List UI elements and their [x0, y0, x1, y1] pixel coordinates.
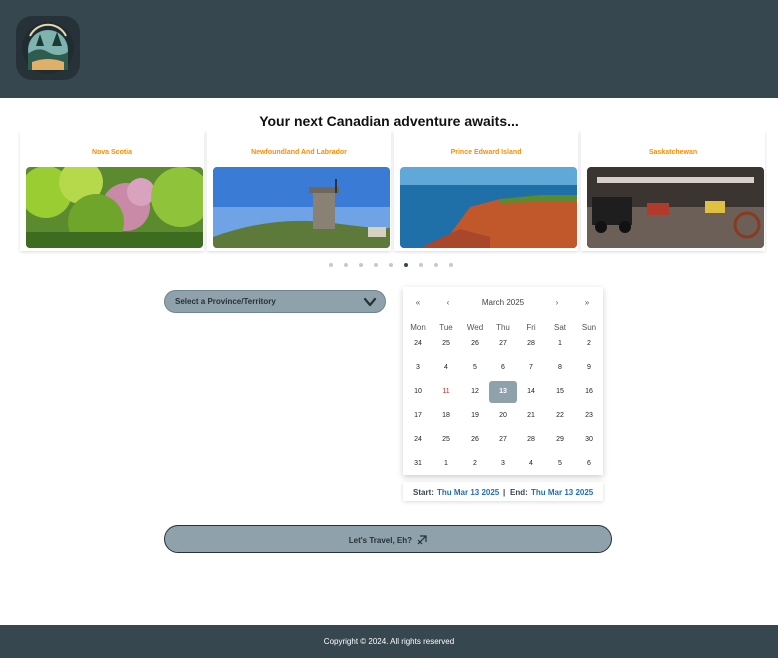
green-trees-photo	[26, 167, 203, 248]
prev-year-button[interactable]: «	[410, 298, 426, 307]
calendar-day[interactable]: 3	[489, 453, 517, 475]
calendar-day[interactable]: 5	[546, 453, 574, 475]
calendar-day[interactable]: 4	[432, 357, 460, 379]
calendar-day[interactable]: 31	[404, 453, 432, 475]
calendar-day[interactable]: 10	[404, 381, 432, 403]
calendar-day[interactable]: 21	[517, 405, 545, 427]
calendar-day[interactable]: 18	[432, 405, 460, 427]
end-label: End:	[510, 488, 528, 497]
start-label: Start:	[413, 488, 434, 497]
date-picker-calendar: « ‹ March 2025 › » Mon Tue Wed Thu Fri Sat Sun…	[403, 287, 603, 475]
carousel-pagination	[0, 263, 778, 269]
calendar-day[interactable]: 20	[489, 405, 517, 427]
calendar-day[interactable]: 2	[575, 333, 603, 355]
calendar-day[interactable]: 2	[461, 453, 489, 475]
carousel-card-newfoundland[interactable]: Newfoundland And Labrador	[207, 131, 391, 251]
date-range-summary: Start: Thu Mar 13 2025 | End: Thu Mar 13…	[403, 482, 603, 501]
calendar-day[interactable]: 6	[575, 453, 603, 475]
page-tagline: Your next Canadian adventure awaits...	[259, 113, 519, 129]
calendar-day-selected[interactable]: 13	[489, 381, 517, 403]
carousel-card-saskatchewan[interactable]: Saskatchewan	[581, 131, 765, 251]
calendar-day[interactable]: 7	[517, 357, 545, 379]
carousel-dot[interactable]	[374, 263, 378, 267]
weekday-header: Tue	[439, 323, 453, 332]
weekday-header: Fri	[526, 323, 536, 332]
calendar-day[interactable]: 28	[517, 333, 545, 355]
range-separator: |	[503, 488, 506, 497]
calendar-day[interactable]: 16	[575, 381, 603, 403]
calendar-day[interactable]: 24	[404, 333, 432, 355]
calendar-day[interactable]: 26	[461, 429, 489, 451]
carousel-card-pei[interactable]: Prince Edward Island	[394, 131, 578, 251]
carousel-dot[interactable]	[389, 263, 393, 267]
carousel-dot[interactable]	[419, 263, 423, 267]
red-cliff-coast-photo	[400, 167, 577, 248]
carousel-dot[interactable]	[449, 263, 453, 267]
card-title: Newfoundland And Labrador	[251, 149, 347, 156]
calendar-day[interactable]: 26	[461, 333, 489, 355]
carousel-card-nova-scotia[interactable]: Nova Scotia	[20, 131, 204, 251]
carousel-dot[interactable]	[329, 263, 333, 267]
calendar-day[interactable]: 5	[461, 357, 489, 379]
calendar-day[interactable]: 27	[489, 333, 517, 355]
vintage-car-museum-photo	[587, 167, 764, 248]
calendar-month-label[interactable]: March 2025	[463, 298, 543, 307]
calendar-day[interactable]: 1	[546, 333, 574, 355]
chevron-down-icon	[363, 295, 377, 309]
calendar-day[interactable]: 23	[575, 405, 603, 427]
lets-travel-button[interactable]: Let's Travel, Eh?	[164, 525, 612, 553]
calendar-day[interactable]: 17	[404, 405, 432, 427]
calendar-day[interactable]: 9	[575, 357, 603, 379]
calendar-day[interactable]: 1	[432, 453, 460, 475]
next-year-button[interactable]: »	[579, 298, 595, 307]
lets-travel-text: Let's Travel, Eh?	[348, 536, 413, 546]
weekday-header: Sun	[581, 323, 597, 332]
end-date-value: Thu Mar 13 2025	[531, 488, 594, 497]
weekday-header: Mon	[410, 323, 426, 332]
calendar-day[interactable]: 28	[517, 429, 545, 451]
start-date-value: Thu Mar 13 2025	[437, 488, 500, 497]
calendar-day[interactable]: 15	[546, 381, 574, 403]
province-select[interactable]: Select a Province/Territory	[164, 290, 386, 313]
calendar-day[interactable]: 11	[432, 381, 460, 403]
site-header	[0, 0, 778, 98]
calendar-day[interactable]: 19	[461, 405, 489, 427]
card-title: Nova Scotia	[91, 149, 133, 156]
copyright-text: Copyright © 2024. All rights reserved	[323, 637, 455, 646]
calendar-day[interactable]: 29	[546, 429, 574, 451]
calendar-day[interactable]: 25	[432, 429, 460, 451]
calendar-day[interactable]: 22	[546, 405, 574, 427]
plane-icon	[417, 535, 427, 547]
province-select-placeholder: Select a Province/Territory	[175, 297, 276, 306]
carousel-dot[interactable]	[344, 263, 348, 267]
calendar-day[interactable]: 25	[432, 333, 460, 355]
travel-teller-logo[interactable]	[16, 16, 80, 80]
calendar-day[interactable]: 6	[489, 357, 517, 379]
lets-travel-button-label: Let's Travel, Eh?	[165, 535, 611, 547]
weekday-header: Thu	[496, 323, 510, 332]
next-month-button[interactable]: ›	[549, 298, 565, 307]
calendar-day[interactable]: 14	[517, 381, 545, 403]
province-carousel[interactable]: Nova Scotia Newfoundland And Labrador Pr…	[17, 131, 767, 255]
weekday-header: Wed	[466, 323, 484, 332]
card-title: Prince Edward Island	[450, 149, 522, 156]
calendar-day[interactable]: 24	[404, 429, 432, 451]
calendar-day[interactable]: 30	[575, 429, 603, 451]
weekday-header: Sat	[553, 323, 566, 332]
stone-tower-photo	[213, 167, 390, 248]
prev-month-button[interactable]: ‹	[440, 298, 456, 307]
card-title: Saskatchewan	[648, 149, 698, 156]
calendar-day[interactable]: 12	[461, 381, 489, 403]
carousel-dot[interactable]	[359, 263, 363, 267]
calendar-day[interactable]: 3	[404, 357, 432, 379]
site-footer: Copyright © 2024. All rights reserved	[0, 625, 778, 658]
calendar-day[interactable]: 8	[546, 357, 574, 379]
carousel-dot-active[interactable]	[404, 263, 408, 267]
calendar-day[interactable]: 27	[489, 429, 517, 451]
calendar-day[interactable]: 4	[517, 453, 545, 475]
carousel-dot[interactable]	[434, 263, 438, 267]
